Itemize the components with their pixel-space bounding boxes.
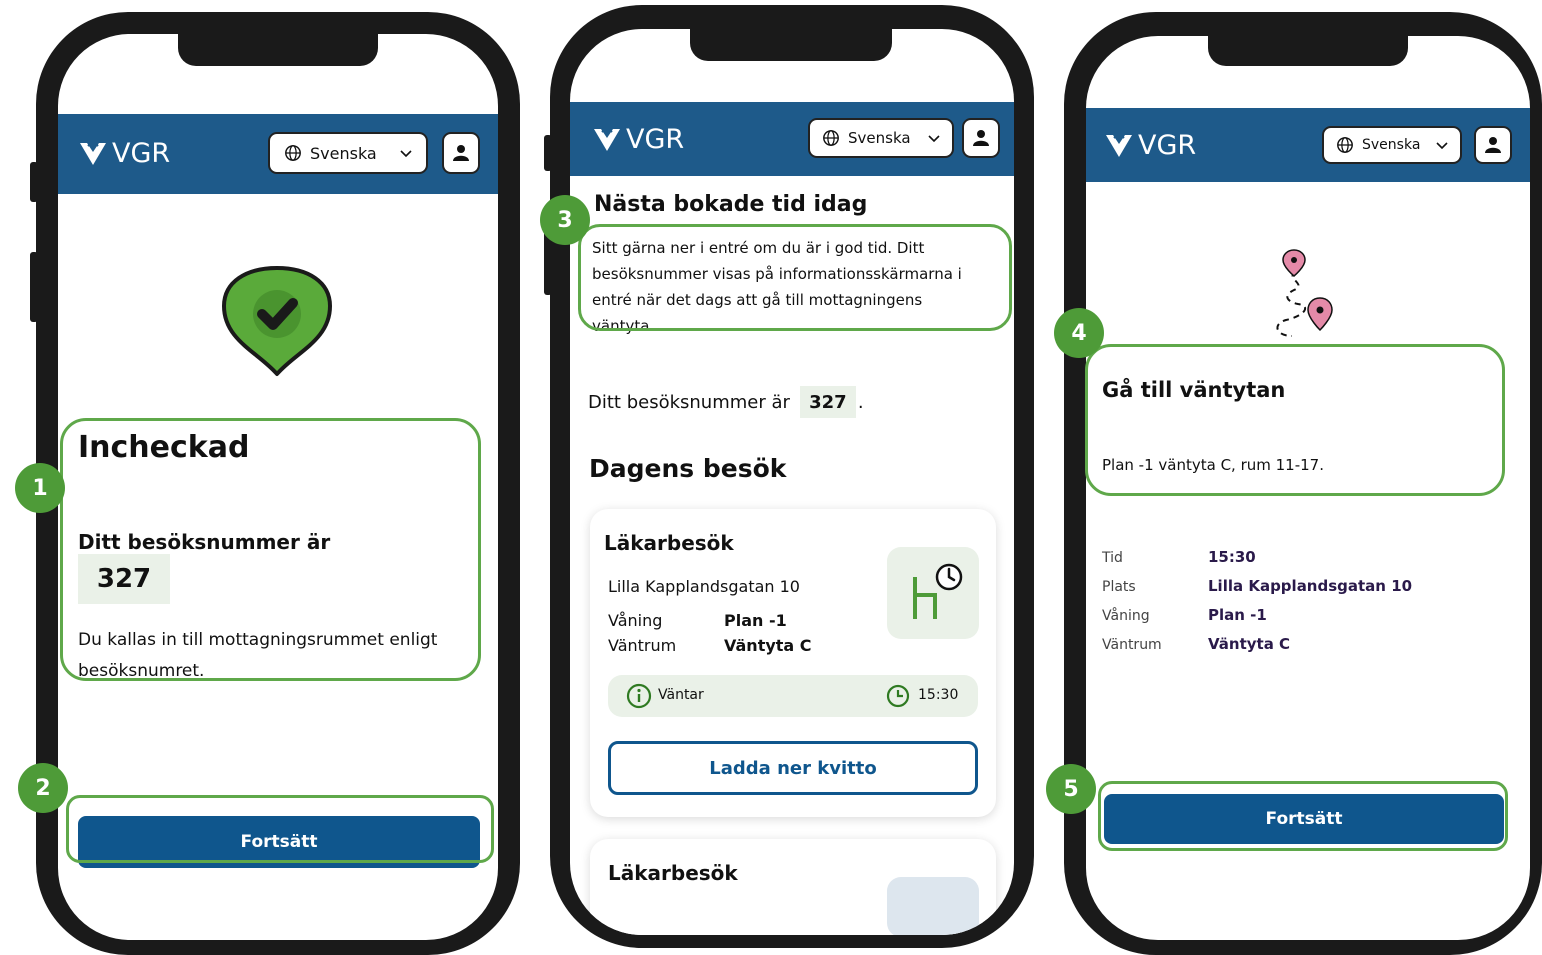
visit-type: Läkarbesök xyxy=(604,531,734,555)
room-label: Väntrum xyxy=(608,636,677,655)
highlight-checked-in-info xyxy=(60,418,481,681)
visit-number: 327 xyxy=(809,391,847,413)
phone-side-button xyxy=(30,252,38,322)
vgr-logo[interactable]: VGR xyxy=(592,124,684,155)
detail-label-room: Väntrum xyxy=(1102,637,1162,653)
user-icon xyxy=(1485,137,1501,153)
highlight-go-to-waiting-area xyxy=(1085,344,1505,496)
phone-screen: VGR Svenska Nästa bokade tid idag Sitt g… xyxy=(570,29,1014,935)
info-icon xyxy=(626,683,652,709)
visit-type-2: Läkarbesök xyxy=(608,861,738,885)
highlight-continue-button-1 xyxy=(66,795,494,863)
vgr-logo-icon xyxy=(1106,134,1132,157)
user-button[interactable] xyxy=(442,132,480,174)
detail-label-place: Plats xyxy=(1102,579,1136,595)
vgr-logo[interactable]: VGR xyxy=(78,138,170,169)
chevron-down-icon xyxy=(400,150,412,158)
brand-name: VGR xyxy=(112,138,171,169)
waiting-room-tile xyxy=(887,547,979,639)
language-select[interactable]: Svenska xyxy=(808,118,954,158)
visit-address: Lilla Kapplandsgatan 10 xyxy=(608,577,800,596)
visit-card: Läkarbesök Lilla Kapplandsgatan 10 Vånin… xyxy=(590,509,996,817)
app-header: VGR Svenska xyxy=(570,102,1014,176)
vgr-logo-icon xyxy=(594,128,620,151)
user-button[interactable] xyxy=(962,118,1000,158)
route-map-pin-icon xyxy=(1276,249,1333,337)
phone-notch xyxy=(690,29,892,61)
phone-side-button xyxy=(544,135,552,171)
visit-card-2: Läkarbesök xyxy=(590,839,996,935)
vgr-logo-icon xyxy=(80,142,106,165)
step-badge-4: 4 xyxy=(1054,308,1104,358)
highlight-continue-button-2 xyxy=(1098,781,1508,851)
floor-label: Våning xyxy=(608,611,663,630)
visit-number-box: 327 xyxy=(799,386,856,418)
visit-time: 15:30 xyxy=(918,687,959,703)
language-select[interactable]: Svenska xyxy=(268,132,428,174)
phone-frame-next-appointment: VGR Svenska Nästa bokade tid idag Sitt g… xyxy=(544,5,1034,948)
visit-number-sentence: Ditt besöksnummer är 327 . xyxy=(588,386,864,418)
clock-icon xyxy=(886,684,910,708)
floor-value: Plan -1 xyxy=(724,611,787,630)
brand-name: VGR xyxy=(626,124,685,155)
visit-number-prefix: Ditt besöksnummer är xyxy=(588,391,790,413)
chevron-down-icon xyxy=(1436,142,1448,150)
chevron-down-icon xyxy=(928,135,940,143)
detail-value-place: Lilla Kapplandsgatan 10 xyxy=(1208,577,1413,595)
detail-value-room: Väntyta C xyxy=(1208,635,1291,653)
globe-icon xyxy=(1337,137,1353,153)
waiting-room-clock-icon xyxy=(913,563,963,619)
language-label: Svenska xyxy=(310,143,377,163)
detail-value-time: 15:30 xyxy=(1208,548,1256,566)
step-badge-2: 2 xyxy=(18,763,68,813)
phone-side-button xyxy=(1026,225,1034,315)
app-header: VGR Svenska xyxy=(58,114,498,194)
step-badge-1: 1 xyxy=(15,463,65,513)
globe-icon xyxy=(823,130,839,146)
user-icon xyxy=(453,145,469,161)
language-label: Svenska xyxy=(1362,137,1421,153)
app-header: VGR Svenska xyxy=(1086,108,1530,182)
waiting-room-tile-2 xyxy=(887,877,979,935)
detail-value-floor: Plan -1 xyxy=(1208,606,1267,624)
download-receipt-button[interactable]: Ladda ner kvitto xyxy=(608,741,978,795)
step-badge-3: 3 xyxy=(540,195,590,245)
next-appointment-heading: Nästa bokade tid idag xyxy=(594,192,868,217)
checkmark-heart-icon xyxy=(222,266,332,376)
language-select[interactable]: Svenska xyxy=(1322,126,1462,164)
detail-label-floor: Våning xyxy=(1102,608,1150,624)
room-value: Väntyta C xyxy=(724,636,812,655)
todays-visits-heading: Dagens besök xyxy=(589,454,787,483)
highlight-waiting-info xyxy=(578,224,1012,331)
vgr-logo[interactable]: VGR xyxy=(1104,130,1196,161)
brand-name: VGR xyxy=(1138,130,1197,161)
phone-notch xyxy=(178,34,378,66)
phone-side-button xyxy=(30,162,38,202)
user-button[interactable] xyxy=(1474,126,1512,164)
visit-number-suffix: . xyxy=(857,391,864,413)
visit-status: Väntar xyxy=(658,687,704,703)
phone-notch xyxy=(1208,36,1408,66)
visit-status-bar: Väntar 15:30 xyxy=(608,675,978,717)
user-icon xyxy=(973,130,989,146)
step-badge-5: 5 xyxy=(1046,764,1096,814)
globe-icon xyxy=(285,145,301,161)
language-label: Svenska xyxy=(848,129,911,147)
detail-label-time: Tid xyxy=(1102,550,1123,566)
